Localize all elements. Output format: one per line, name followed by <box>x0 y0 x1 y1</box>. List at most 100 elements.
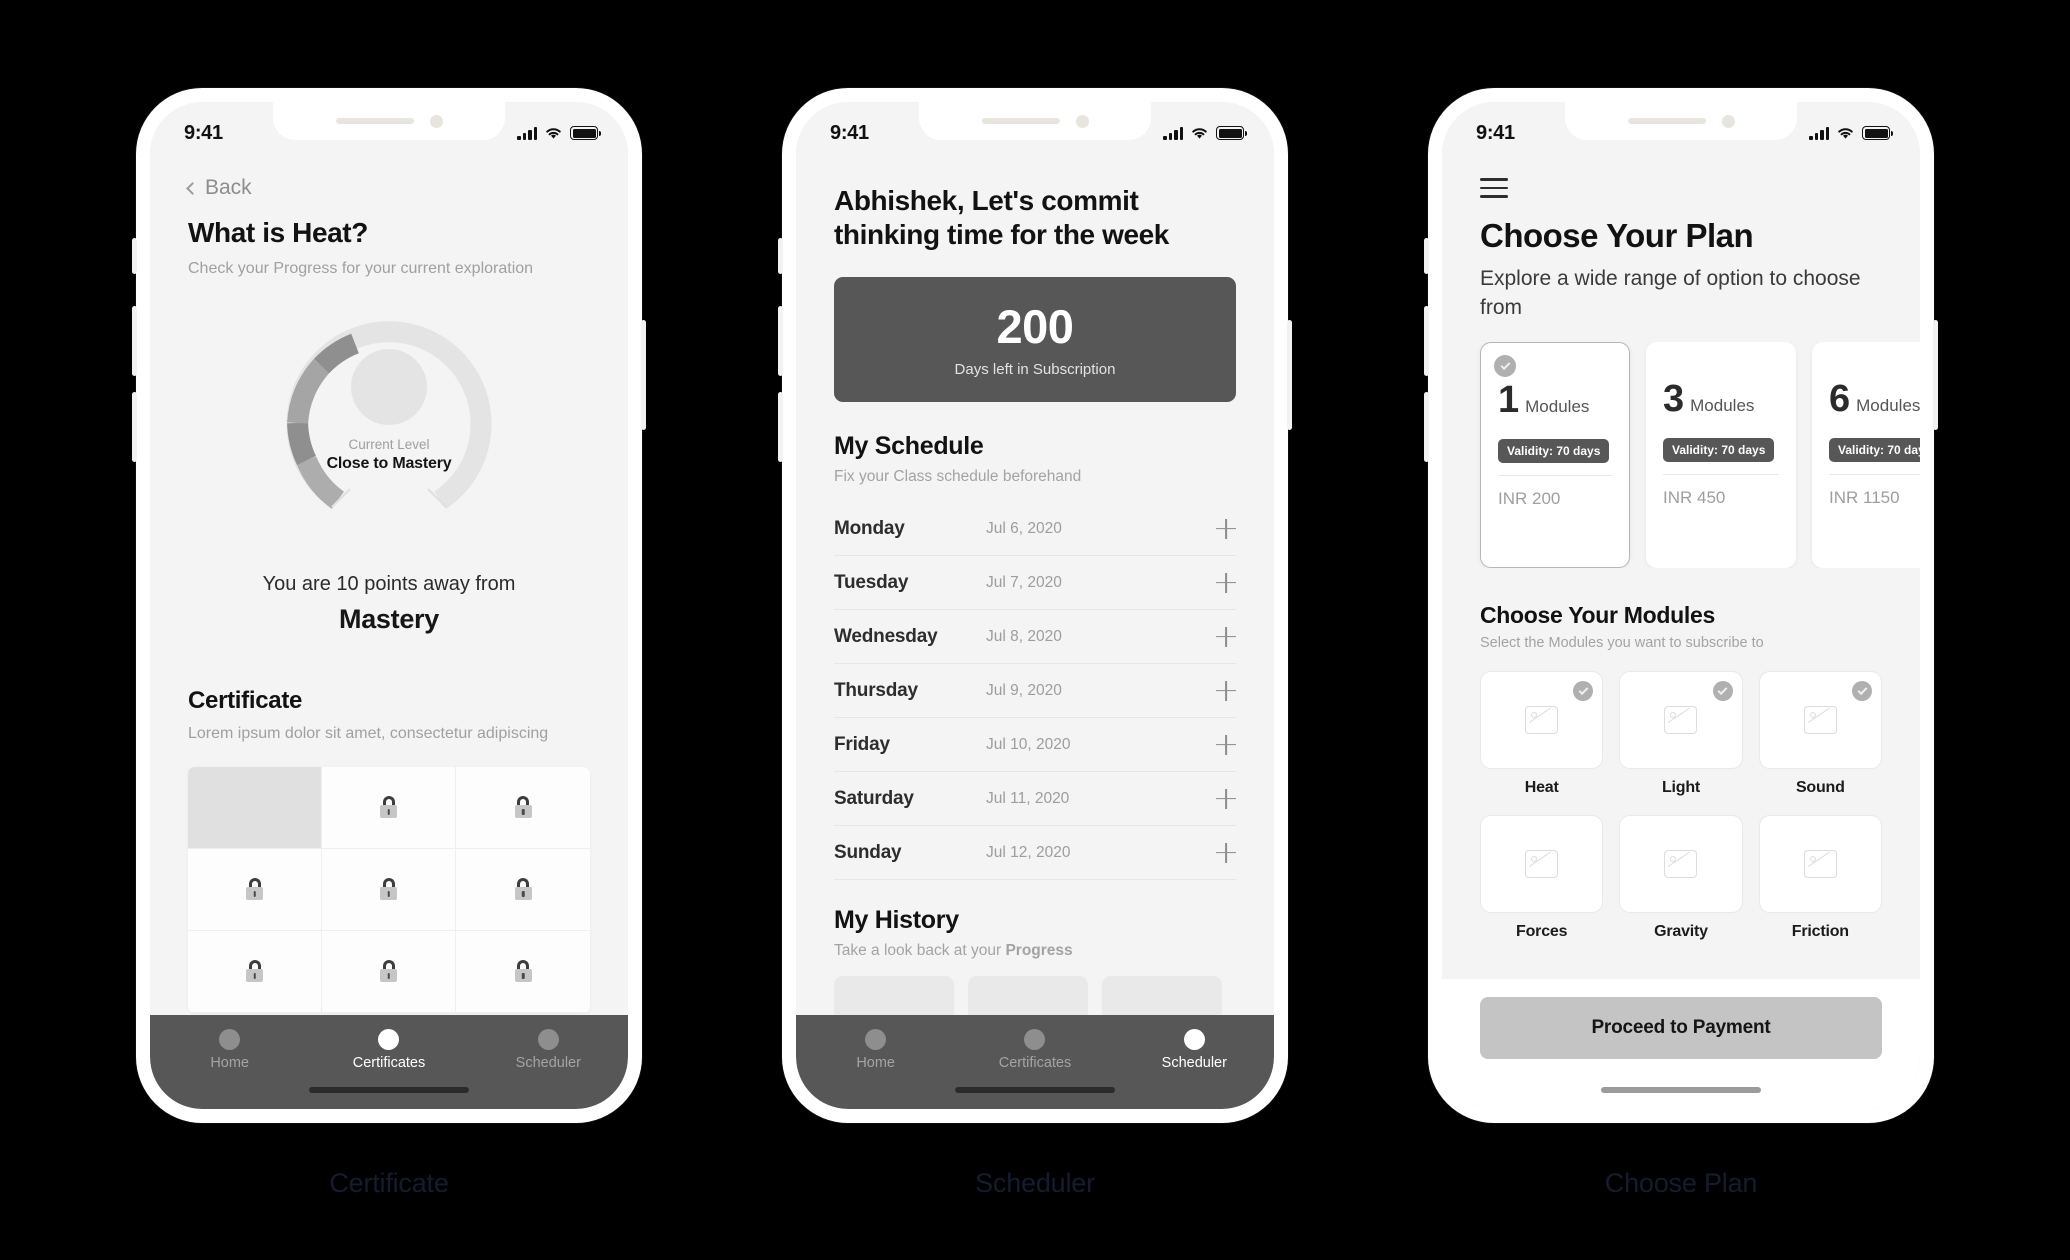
tab-certificates[interactable]: Certificates <box>329 1029 449 1071</box>
cellular-signal-icon <box>517 126 537 140</box>
schedule-row[interactable]: Monday Jul 6, 2020 <box>834 502 1236 557</box>
module-tile[interactable] <box>1480 815 1604 914</box>
tab-certificates[interactable]: Certificates <box>975 1029 1095 1071</box>
mute-switch[interactable] <box>778 238 783 274</box>
module-label: Light <box>1661 779 1701 797</box>
module-tile[interactable] <box>1480 671 1604 770</box>
tab-icon <box>219 1029 241 1050</box>
volume-up-button[interactable] <box>1424 306 1429 376</box>
certificate-cell-locked[interactable] <box>456 766 590 849</box>
certificate-cell-locked[interactable] <box>322 848 456 931</box>
tab-home[interactable]: Home <box>816 1029 936 1071</box>
certificate-grid <box>188 766 590 1013</box>
certificate-cell-locked[interactable] <box>322 766 456 849</box>
tab-scheduler[interactable]: Scheduler <box>488 1029 608 1071</box>
modules-subtitle: Select the Modules you want to subscribe… <box>1480 635 1764 652</box>
notch <box>273 102 505 140</box>
schedule-row[interactable]: Tuesday Jul 7, 2020 <box>834 556 1236 611</box>
plan-validity-badge: Validity: 70 days <box>1498 439 1610 464</box>
schedule-row[interactable]: Saturday Jul 11, 2020 <box>834 772 1236 827</box>
tab-home[interactable]: Home <box>170 1029 290 1071</box>
add-icon[interactable] <box>1216 735 1236 755</box>
volume-up-button[interactable] <box>778 306 783 376</box>
power-button[interactable] <box>641 320 646 430</box>
add-icon[interactable] <box>1216 681 1236 701</box>
schedule-row[interactable]: Wednesday Jul 8, 2020 <box>834 610 1236 665</box>
certificate-cell-unlocked[interactable] <box>188 766 322 849</box>
lock-icon <box>380 960 397 983</box>
volume-down-button[interactable] <box>1424 392 1429 462</box>
home-indicator[interactable] <box>309 1087 469 1093</box>
wifi-icon <box>546 127 561 139</box>
schedule-row[interactable]: Thursday Jul 9, 2020 <box>834 664 1236 719</box>
add-icon[interactable] <box>1216 573 1236 593</box>
tab-scheduler[interactable]: Scheduler <box>1134 1029 1254 1071</box>
module-item[interactable]: Heat <box>1480 671 1604 797</box>
module-label: Forces <box>1516 923 1568 941</box>
certificate-cell-locked[interactable] <box>188 848 322 931</box>
plan-card[interactable]: 3 Modules Validity: 70 days INR 450 <box>1646 342 1796 569</box>
status-icons <box>517 126 601 140</box>
schedule-date: Jul 9, 2020 <box>986 681 1062 699</box>
add-icon[interactable] <box>1216 519 1236 539</box>
add-icon[interactable] <box>1216 843 1236 863</box>
battery-icon <box>1216 126 1247 140</box>
front-camera <box>1721 114 1735 128</box>
plan-card[interactable]: 1 Modules Validity: 70 days INR 200 <box>1480 342 1630 569</box>
proceed-to-payment-button[interactable]: Proceed to Payment <box>1480 997 1882 1059</box>
plan-divider <box>1663 474 1779 476</box>
earpiece-speaker <box>1627 118 1706 124</box>
certificate-cell-locked[interactable] <box>188 930 322 1013</box>
cellular-signal-icon <box>1163 126 1183 140</box>
plan-card[interactable]: 6 Modules Validity: 70 days INR 1150 <box>1812 342 1920 569</box>
plan-carousel[interactable]: 1 Modules Validity: 70 days INR 200 3 Modules… <box>1442 342 1920 569</box>
certificate-cell-locked[interactable] <box>322 930 456 1013</box>
volume-down-button[interactable] <box>132 392 137 462</box>
modules-grid: Heat Light Sound Forces Gravity Friction <box>1480 671 1882 941</box>
status-icons <box>1809 126 1893 140</box>
power-button[interactable] <box>1287 320 1292 430</box>
module-tile[interactable] <box>1619 815 1743 914</box>
module-item[interactable]: Sound <box>1758 671 1882 797</box>
progress-gauge: Current Level Close to Mastery <box>150 305 628 545</box>
schedule-row[interactable]: Sunday Jul 12, 2020 <box>834 826 1236 881</box>
module-item[interactable]: Forces <box>1480 815 1604 941</box>
plan-divider <box>1498 475 1612 477</box>
page-subtitle: Explore a wide range of option to choose… <box>1480 267 1861 319</box>
add-icon[interactable] <box>1216 627 1236 647</box>
subscription-card[interactable]: 200 Days left in Subscription <box>834 277 1236 403</box>
status-time: 9:41 <box>184 121 223 144</box>
certificate-cell-locked[interactable] <box>456 930 590 1013</box>
mute-switch[interactable] <box>132 238 137 274</box>
screen-choose-plan: 9:41 Choose Your Plan Explore a wide ran… <box>1442 102 1920 1109</box>
module-item[interactable]: Friction <box>1758 815 1882 941</box>
volume-down-button[interactable] <box>778 392 783 462</box>
certificate-cell-locked[interactable] <box>456 848 590 931</box>
add-icon[interactable] <box>1216 789 1236 809</box>
tab-label: Home <box>210 1055 249 1071</box>
home-indicator[interactable] <box>1601 1087 1761 1093</box>
volume-up-button[interactable] <box>132 306 137 376</box>
status-time: 9:41 <box>830 121 869 144</box>
home-indicator[interactable] <box>955 1087 1115 1093</box>
back-label: Back <box>205 176 252 199</box>
module-item[interactable]: Gravity <box>1619 815 1743 941</box>
earpiece-speaker <box>335 118 414 124</box>
schedule-row[interactable]: Friday Jul 10, 2020 <box>834 718 1236 773</box>
battery-icon <box>570 126 601 140</box>
mute-switch[interactable] <box>1424 238 1429 274</box>
module-tile[interactable] <box>1619 671 1743 770</box>
tab-label: Scheduler <box>515 1055 581 1071</box>
check-icon <box>1712 681 1733 702</box>
module-tile[interactable] <box>1758 815 1882 914</box>
caption-choose-plan: Choose Plan <box>1604 1168 1758 1198</box>
module-tile[interactable] <box>1758 671 1882 770</box>
back-button[interactable]: Back <box>186 176 590 200</box>
power-button[interactable] <box>1933 320 1938 430</box>
module-item[interactable]: Light <box>1619 671 1743 797</box>
plan-price: INR 200 <box>1498 489 1561 509</box>
wifi-icon <box>1192 127 1207 139</box>
subscription-caption: Days left in Subscription <box>954 361 1116 379</box>
tab-icon <box>1183 1029 1205 1050</box>
hamburger-menu-icon[interactable] <box>1480 178 1508 198</box>
